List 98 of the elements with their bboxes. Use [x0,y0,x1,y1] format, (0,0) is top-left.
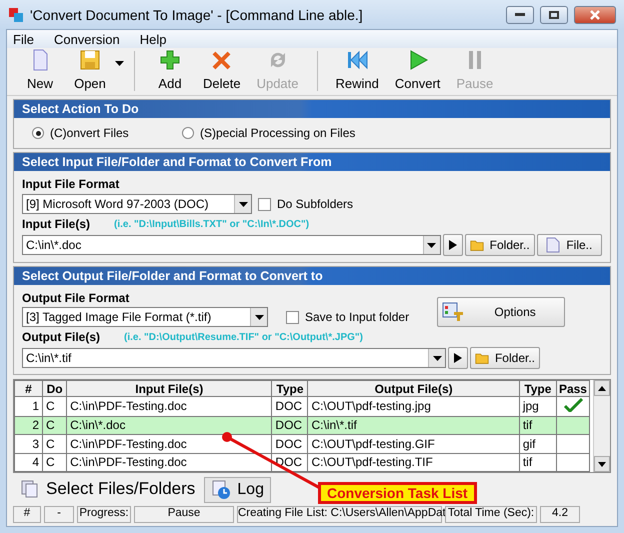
plus-icon [158,48,182,72]
checkbox-label: Save to Input folder [305,310,410,324]
format-dropdown[interactable]: [3] Tagged Image File Format (*.tif) [22,307,268,327]
app-icon [8,6,24,22]
clock-document-icon [211,480,232,500]
status-field: Progress: [77,506,131,523]
table-cell: DOC [272,396,308,416]
table-cell: C:\in\*.tif [308,416,520,435]
table-cell: tif [519,416,556,435]
table-cell: C [42,453,67,472]
toolbar-button[interactable]: Add [145,48,195,91]
status-field: - [44,506,74,523]
menu-item[interactable]: Help [140,32,166,46]
table-cell: C:\OUT\pdf-testing.GIF [308,434,520,453]
menu-item[interactable]: Conversion [54,32,120,46]
caret-icon [254,314,264,320]
caret-icon [427,242,436,248]
table-cell: DOC [272,416,308,435]
table-cell: jpg [519,396,556,416]
caret-icon [432,356,442,360]
field-label: Input File(s) [22,217,90,231]
column-header[interactable]: Do [42,380,67,396]
status-field: 4.2 [540,506,580,523]
hint-text: (i.e. "D:\Output\Resume.TIF" or "C:\Output\*.JPG") [124,332,363,342]
browse-button[interactable]: Folder.. [470,347,540,369]
field-label: Output File(s) [22,330,100,344]
up-arrow-icon [598,386,606,390]
minimize-icon [515,12,525,16]
column-header[interactable]: Type [519,380,556,396]
table-cell: gif [519,434,556,453]
toolbar-button[interactable]: Rewind [328,48,387,91]
table-cell: C:\OUT\pdf-testing.jpg [308,396,520,416]
document-icon [546,237,560,253]
output-files-field[interactable]: C:\in\*.tif [22,348,446,368]
column-header[interactable]: Pass [556,380,590,396]
table-cell: C [42,434,67,453]
radio-button[interactable] [32,127,44,139]
window-title: 'Convert Document To Image' - [Command Line able.] [30,6,364,22]
table-cell: 3 [14,434,43,453]
table-cell: C:\in\*.doc [66,416,272,435]
field-label: Input File Format [22,177,120,191]
radio-label: (S)pecial Processing on Files [200,126,356,140]
minimize-button[interactable] [506,6,534,24]
close-button[interactable] [574,6,616,24]
play-button[interactable] [448,347,468,369]
settings-icon [442,302,464,322]
checkbox[interactable] [286,310,299,324]
table-cell: C:\in\PDF-Testing.doc [66,434,272,453]
close-icon [590,10,600,20]
column-header[interactable]: Output File(s) [308,380,520,396]
field-label: Output File Format [22,291,130,305]
section-header: Select Output File/Folder and Format to Convert to [14,267,610,285]
toolbar-button[interactable]: New [15,48,65,91]
play-icon [448,240,457,250]
callout-label: Conversion Task List [318,482,477,504]
rewind-icon [345,48,370,72]
table-cell: 1 [14,396,43,416]
column-header[interactable]: Input File(s) [66,380,272,396]
table-cell: C [42,416,67,435]
down-arrow-icon [598,462,606,466]
documents-icon [20,479,40,499]
scrollbar[interactable] [593,380,610,472]
table-cell: tif [519,453,556,472]
table-cell: C:\in\PDF-Testing.doc [66,453,272,472]
status-field: Total Time (Sec): [445,506,537,523]
column-header[interactable]: Type [272,380,308,396]
caret-icon [115,61,124,66]
checkbox[interactable] [258,198,271,210]
maximize-icon [549,10,559,18]
toolbar-button[interactable]: Convert [386,48,448,91]
table-cell: C [42,396,67,416]
browse-button[interactable]: Folder.. [464,234,535,256]
caret-icon [238,202,248,206]
table-cell: C:\OUT\pdf-testing.TIF [308,453,520,472]
tab[interactable]: Log [204,477,271,503]
toolbar-button[interactable]: Open [65,48,115,91]
table-cell: C:\in\PDF-Testing.doc [66,396,272,416]
table-cell: DOC [272,434,308,453]
status-field: # [13,506,41,523]
toolbar-button[interactable]: Delete [195,48,249,91]
input-files-field[interactable]: C:\in\*.doc [22,235,441,255]
options-button[interactable]: Options [437,297,566,327]
table-cell: 2 [14,416,43,435]
radio-button[interactable] [182,127,194,139]
section-header: Select Input File/Folder and Format to Convert From [14,153,610,171]
radio-label: (C)onvert Files [50,126,129,140]
browse-button[interactable]: File.. [536,234,602,256]
play-button[interactable] [442,234,463,256]
menu-item[interactable]: File [13,32,34,46]
checkbox-label: Do Subfolders [277,197,354,211]
column-header[interactable]: # [14,380,43,396]
section-header: Select Action To Do [14,100,610,118]
play-icon [454,353,462,363]
hint-text: (i.e. "D:\Input\Bills.TXT" or "C:\In\*.DOC") [114,218,310,230]
maximize-button[interactable] [540,6,568,24]
table-cell: 4 [14,453,43,472]
status-field: Pause [134,506,234,523]
format-dropdown[interactable]: [9] Microsoft Word 97-2003 (DOC) [22,194,252,214]
